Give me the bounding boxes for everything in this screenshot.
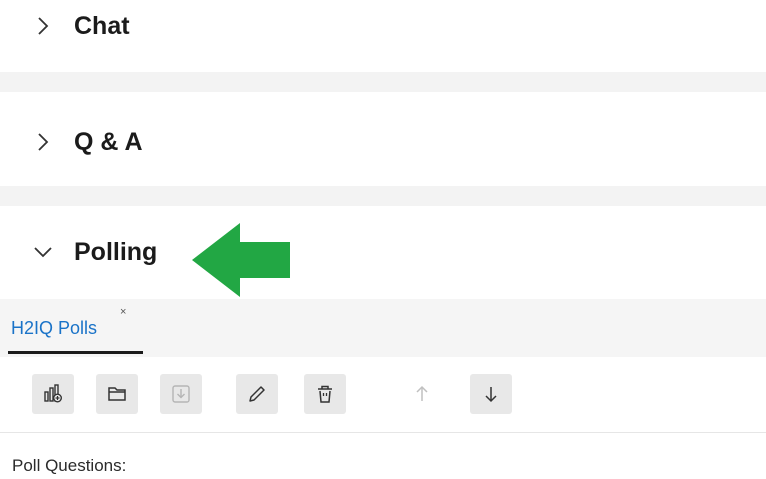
- chevron-right-icon: [38, 17, 49, 35]
- import-button[interactable]: [160, 374, 202, 414]
- folder-icon: [108, 387, 126, 401]
- chevron-down-icon: [34, 247, 52, 258]
- qa-section-header[interactable]: Q & A: [32, 122, 143, 162]
- toolbar-divider: [0, 432, 766, 433]
- arrow-down-icon: [485, 387, 497, 403]
- annotation-arrow-icon: [192, 223, 290, 297]
- chat-section-header[interactable]: Chat: [32, 6, 130, 46]
- move-down-button[interactable]: [470, 374, 512, 414]
- polling-section: Polling H2IQ Polls × Poll Questions:: [0, 206, 766, 479]
- poll-chart-icon: [44, 384, 62, 403]
- new-poll-button[interactable]: [32, 374, 74, 414]
- chat-section-title: Chat: [74, 11, 130, 40]
- chat-section: Chat: [0, 0, 766, 72]
- trash-icon: [318, 385, 332, 403]
- tab-close-icon[interactable]: ×: [120, 307, 126, 318]
- qa-section-title: Q & A: [74, 127, 143, 156]
- qa-section: Q & A: [0, 92, 766, 186]
- arrow-up-icon: [416, 385, 428, 401]
- poll-tab-strip: H2IQ Polls ×: [0, 299, 766, 357]
- edit-button[interactable]: [236, 374, 278, 414]
- move-up-button[interactable]: [401, 374, 443, 414]
- tab-h2iq-polls[interactable]: H2IQ Polls: [11, 318, 97, 339]
- active-tab-indicator: [8, 351, 143, 354]
- polling-section-header[interactable]: Polling: [32, 232, 157, 272]
- chevron-right-icon: [38, 133, 49, 151]
- polling-section-title: Polling: [74, 237, 158, 266]
- poll-questions-label: Poll Questions:: [12, 456, 127, 475]
- delete-button[interactable]: [304, 374, 346, 414]
- poll-toolbar: [0, 357, 766, 429]
- open-folder-button[interactable]: [96, 374, 138, 414]
- pencil-icon: [249, 386, 265, 402]
- download-icon: [172, 385, 190, 403]
